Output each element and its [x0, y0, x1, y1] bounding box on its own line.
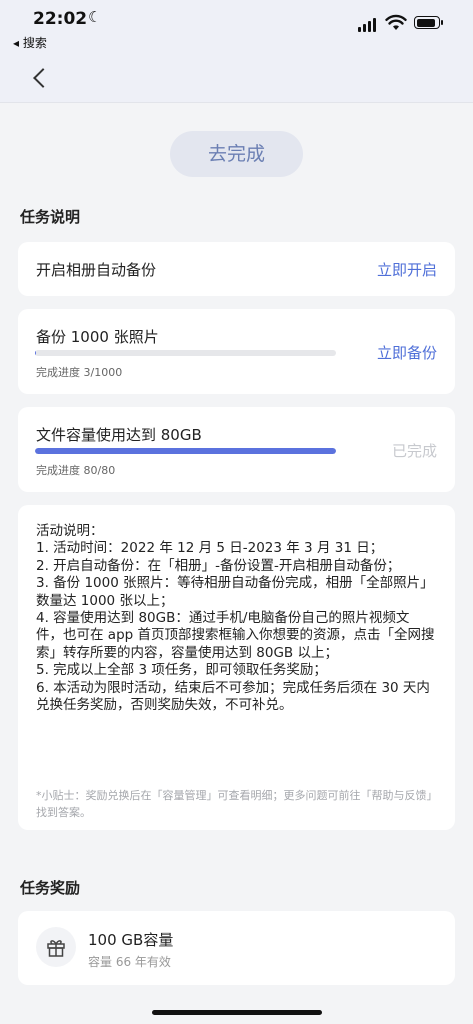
description-line: 4. 容量使用达到 80GB：通过手机/电脑备份自己的照片视频文件，也可在 ap… — [36, 610, 435, 661]
description-line: 5. 完成以上全部 3 项任务，即可领取任务奖励； — [36, 662, 327, 679]
status-time: 22:02 — [33, 9, 88, 29]
rewards-section-title: 任务奖励 — [20, 879, 81, 897]
task-title: 备份 1000 张照片 — [36, 328, 159, 346]
progress-bar — [35, 448, 336, 454]
backup-now-button[interactable]: 立即备份 — [377, 342, 437, 363]
nav-header — [0, 56, 473, 103]
description-line: 3. 备份 1000 张照片：等待相册自动备份完成，相册「全部照片」数量达 10… — [36, 575, 434, 609]
reward-title: 100 GB容量 — [88, 931, 174, 949]
reward-card[interactable]: 100 GB容量 容量 66 年有效 — [18, 911, 455, 985]
activity-description: 活动说明： 1. 活动时间：2022 年 12 月 5 日-2023 年 3 月… — [36, 523, 436, 714]
moon-icon: ☾ — [88, 8, 102, 26]
back-to-app-link[interactable]: ◂ 搜索 — [13, 34, 47, 51]
enable-now-button[interactable]: 立即开启 — [377, 259, 437, 280]
task-card-auto-backup: 开启相册自动备份 立即开启 — [18, 242, 455, 296]
gift-icon — [36, 927, 76, 967]
home-indicator[interactable] — [152, 1010, 322, 1015]
reward-subtitle: 容量 66 年有效 — [88, 955, 171, 969]
back-arrow-icon[interactable] — [28, 66, 54, 92]
progress-fill — [35, 350, 36, 356]
description-line: 2. 开启自动备份：在「相册」-备份设置-开启相册自动备份； — [36, 557, 401, 574]
completed-label: 已完成 — [391, 442, 437, 460]
task-card-backup-photos: 备份 1000 张照片 完成进度 3/1000 立即备份 — [18, 309, 455, 394]
progress-text: 完成进度 80/80 — [36, 464, 116, 477]
description-line: 活动说明： — [36, 523, 104, 539]
status-bar: 22:02 ☾ ◂ 搜索 — [0, 0, 473, 56]
wifi-icon — [385, 14, 407, 30]
description-line: 6. 本活动为限时活动，结束后不可参加；完成任务后须在 30 天内兑换任务奖励，… — [36, 679, 430, 714]
description-line: 1. 活动时间：2022 年 12 月 5 日-2023 年 3 月 31 日； — [36, 540, 384, 557]
tasks-section-title: 任务说明 — [20, 208, 81, 226]
progress-text: 完成进度 3/1000 — [36, 366, 123, 379]
task-title: 文件容量使用达到 80GB — [36, 426, 202, 444]
battery-icon — [414, 16, 443, 29]
tip-text: *小贴士：奖励兑换后在「容量管理」可查看明细；更多问题可前往「帮助与反馈」找到答… — [36, 789, 438, 819]
task-card-capacity: 文件容量使用达到 80GB 完成进度 80/80 已完成 — [18, 407, 455, 492]
go-complete-button[interactable]: 去完成 — [170, 131, 303, 177]
activity-description-card: 活动说明： 1. 活动时间：2022 年 12 月 5 日-2023 年 3 月… — [18, 505, 455, 830]
progress-fill — [35, 448, 336, 454]
task-title: 开启相册自动备份 — [36, 261, 157, 279]
signal-icon — [358, 18, 378, 32]
progress-bar — [35, 350, 336, 356]
